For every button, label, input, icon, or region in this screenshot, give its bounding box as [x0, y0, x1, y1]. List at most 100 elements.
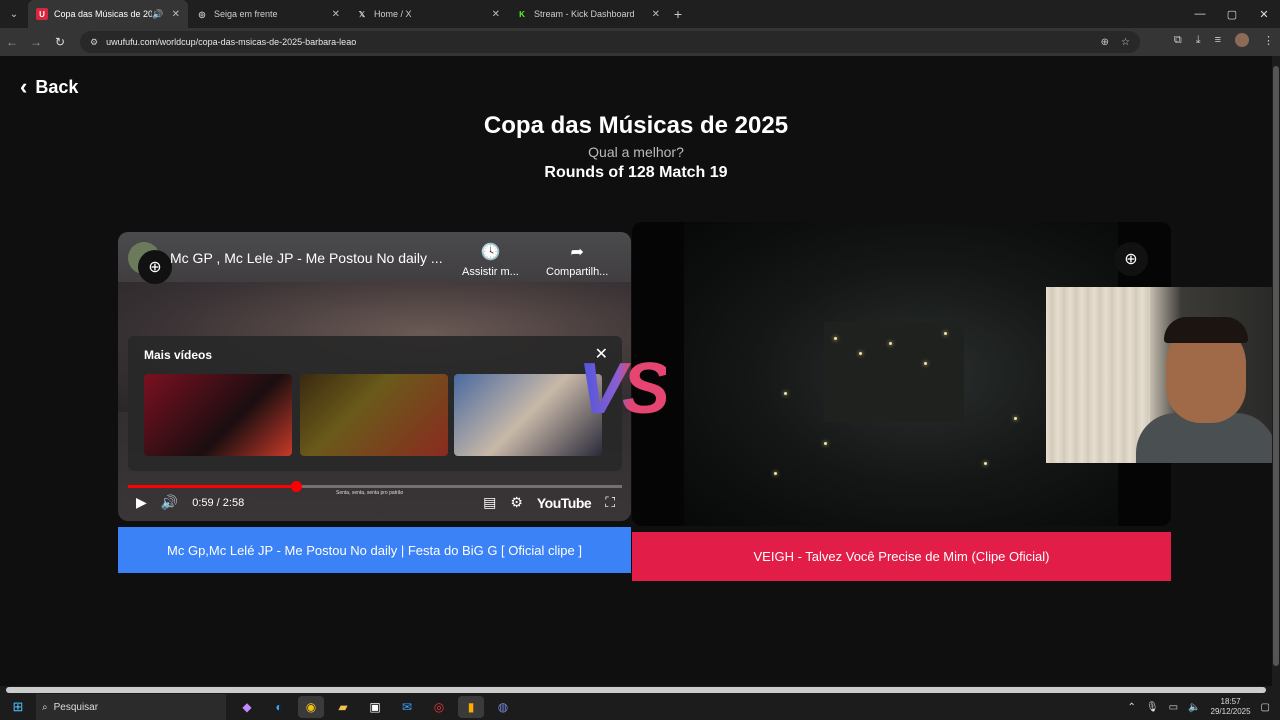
curtain [1046, 287, 1150, 463]
scroll-thumb[interactable] [1273, 66, 1279, 666]
app-icon[interactable]: ▮ [458, 696, 484, 718]
watch-later-label: Assistir m... [462, 266, 519, 278]
windows-start-icon[interactable]: ⊞ [0, 699, 36, 715]
choose-left-button[interactable]: Mc Gp,Mc Lelé JP - Me Postou No daily | … [118, 527, 631, 573]
address-toolbar: ← → ↻ ⚙ uwufufu.com/worldcup/copa-das-ms… [0, 28, 1280, 56]
caption-text: Senta, senta, senta pro patrão [336, 490, 404, 496]
light-dot [889, 342, 892, 345]
speaker-icon[interactable]: 🔈 [1188, 702, 1200, 713]
file-explorer-icon[interactable]: ▰ [330, 696, 356, 718]
window-controls: — ▢ ✕ [1184, 0, 1280, 28]
kick-favicon-icon: K [519, 9, 525, 19]
zoom-in-icon[interactable]: ⊕ [1114, 242, 1148, 276]
light-dot [784, 392, 787, 395]
youtube-logo[interactable]: YouTube [537, 495, 592, 511]
clock[interactable]: 18:57 29/12/2025 [1211, 697, 1251, 717]
share-label: Compartilh... [546, 266, 609, 278]
new-tab-icon[interactable]: + [668, 6, 688, 22]
zoom-icon[interactable]: ⊕ [1101, 37, 1109, 48]
close-tab-icon[interactable]: ✕ [172, 9, 180, 20]
fullscreen-icon[interactable]: ⛶ [605, 494, 615, 511]
watch-later-button[interactable]: 🕓 Assistir m... [462, 242, 519, 278]
light-dot [774, 472, 777, 475]
horizontal-scrollbar[interactable] [0, 686, 1280, 694]
close-tab-icon[interactable]: ✕ [332, 9, 340, 20]
reading-list-icon[interactable]: ≡ [1215, 34, 1221, 46]
page-subtitle: Qual a melhor? [588, 144, 684, 160]
close-tab-icon[interactable]: ✕ [492, 9, 500, 20]
page-title: Copa das Músicas de 2025 [483, 112, 789, 139]
close-window-icon[interactable]: ✕ [1248, 0, 1280, 28]
share-button[interactable]: ➦ Compartilh... [546, 242, 608, 278]
tab-active[interactable]: U Copa das Músicas de 2025 🔊 ✕ [28, 0, 188, 28]
zoom-in-icon[interactable]: ⊕ [138, 250, 172, 284]
close-tab-icon[interactable]: ✕ [652, 9, 660, 20]
progress-scrubber[interactable] [290, 481, 302, 492]
reload-icon[interactable]: ↻ [48, 35, 72, 49]
clock-icon: 🕓 [480, 244, 501, 261]
edge-icon[interactable]: ◐ [266, 696, 292, 718]
back-label: Back [35, 76, 79, 97]
light-dot [944, 332, 947, 335]
chrome-icon[interactable]: ◉ [298, 696, 324, 718]
obs-icon[interactable]: ◎ [426, 696, 452, 718]
tab-seiga[interactable]: ◎ Seiga em frente ✕ [188, 0, 348, 28]
volume-icon[interactable]: 🔊 [161, 494, 178, 511]
x-favicon-icon: 𝕏 [358, 9, 366, 19]
copilot-icon[interactable]: ◆ [234, 696, 260, 718]
progress-fill [128, 485, 296, 488]
video-thumbnail[interactable] [144, 374, 292, 456]
round-label: Rounds of 128 Match 19 [544, 164, 728, 181]
search-icon: ⌕ [42, 701, 48, 713]
video-title[interactable]: Mc GP , Mc Lele JP - Me Postou No daily … [170, 250, 443, 266]
address-bar[interactable]: ⚙ uwufufu.com/worldcup/copa-das-msicas-d… [80, 31, 1140, 53]
scroll-thumb[interactable] [6, 687, 1266, 693]
tab-title: Seiga em frente [214, 9, 278, 19]
taskbar: ⊞ ⌕ Pesquisar ◆ ◐ ◉ ▰ ▣ ✉ ◎ ▮ ◍ ⌃ 🎙 ▭ 🔈 … [0, 694, 1280, 720]
uwufufu-favicon-icon: U [36, 8, 48, 20]
maximize-icon[interactable]: ▢ [1216, 0, 1248, 28]
mail-icon[interactable]: ✉ [394, 696, 420, 718]
network-icon[interactable]: ▭ [1169, 702, 1178, 713]
notifications-icon[interactable]: ▢ [1261, 702, 1270, 713]
choose-right-button[interactable]: VEIGH - Talvez Você Precise de Mim (Clip… [632, 532, 1171, 581]
progress-bar[interactable] [128, 481, 622, 492]
profile-avatar[interactable] [1235, 33, 1249, 47]
light-dot [824, 442, 827, 445]
minimize-icon[interactable]: — [1184, 0, 1216, 28]
bookmark-star-icon[interactable]: ☆ [1121, 37, 1130, 48]
clock-time: 18:57 [1220, 697, 1241, 706]
taskbar-search[interactable]: ⌕ Pesquisar [36, 694, 226, 720]
menu-icon[interactable]: ⋮ [1263, 34, 1274, 47]
audio-playing-icon[interactable]: 🔊 [152, 9, 163, 20]
microphone-icon[interactable]: 🎙 [1146, 702, 1159, 713]
tab-x[interactable]: 𝕏 Home / X ✕ [348, 0, 508, 28]
light-dot [984, 462, 987, 465]
downloads-icon[interactable]: ⤓ [1196, 34, 1201, 47]
more-videos-panel: Mais vídeos ✕ [128, 336, 622, 471]
vertical-scrollbar[interactable] [1272, 56, 1280, 686]
light-dot [924, 362, 927, 365]
vs-label: VS [578, 349, 670, 429]
time-display: 0:59 / 2:58 [192, 496, 245, 509]
globe-favicon-icon: ◎ [198, 9, 206, 19]
video-thumbnail[interactable] [300, 374, 448, 456]
clock-date: 29/12/2025 [1210, 707, 1251, 716]
play-icon[interactable]: ▶ [136, 494, 147, 511]
tray-chevron-icon[interactable]: ⌃ [1128, 702, 1136, 713]
tab-search-icon[interactable]: ⌄ [0, 0, 28, 28]
back-arrow-icon[interactable]: ← [0, 35, 24, 49]
store-icon[interactable]: ▣ [362, 696, 388, 718]
forward-arrow-icon[interactable]: → [24, 35, 48, 49]
discord-icon[interactable]: ◍ [490, 696, 516, 718]
left-video-player[interactable]: ⊕ Mc GP , Mc Lele JP - Me Postou No dail… [118, 232, 631, 521]
subtitles-icon[interactable]: ▤ [483, 494, 496, 511]
back-button[interactable]: ‹ Back [20, 74, 78, 100]
extensions-icon[interactable]: ⧉ [1174, 34, 1182, 47]
tab-title: Stream - Kick Dashboard [534, 9, 635, 19]
tab-kick[interactable]: K Stream - Kick Dashboard ✕ [508, 0, 668, 28]
light-dot [834, 337, 837, 340]
light-dot [1014, 417, 1017, 420]
settings-gear-icon[interactable]: ⚙ [510, 494, 523, 511]
site-info-icon[interactable]: ⚙ [90, 37, 98, 48]
